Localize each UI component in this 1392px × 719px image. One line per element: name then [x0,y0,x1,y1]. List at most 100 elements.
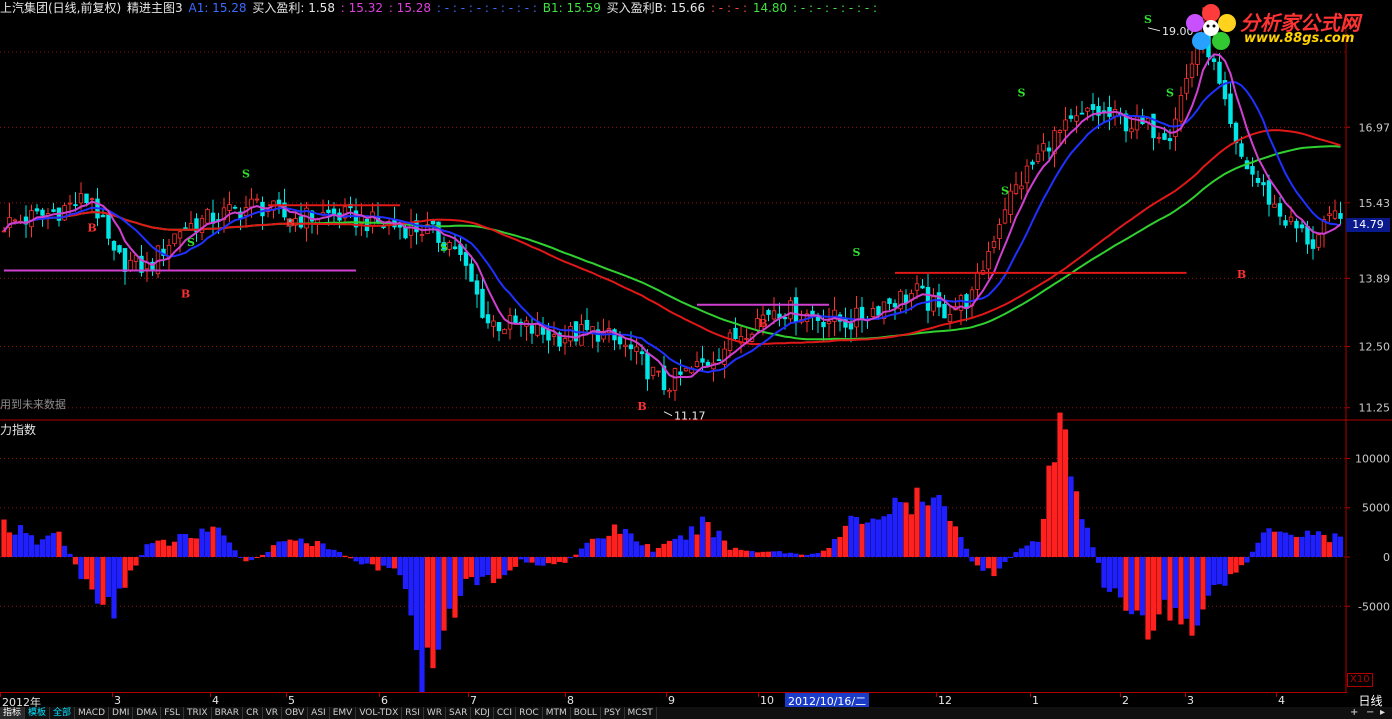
indicator-tab[interactable]: BRAR [212,707,244,719]
candle-body [205,209,210,224]
power-index-bar [826,547,832,557]
x-axis-label: 4 [212,694,219,707]
power-index-bar [787,552,794,557]
power-index-bar [1046,465,1052,557]
candle-body [67,202,73,205]
power-index-bar [1123,557,1129,611]
candle-body [546,329,551,341]
indicator-tab[interactable]: ASI [308,707,330,719]
candle-body [254,198,260,201]
power-index-bar [386,557,392,568]
zoom-indicator[interactable]: X10 [1347,673,1373,687]
indicator-tab[interactable]: RSI [402,707,424,719]
indicator-tab[interactable]: MTM [543,707,571,719]
power-index-bar [534,557,541,566]
power-index-bar [820,550,827,557]
indicator-tab[interactable]: 全部 [50,707,76,719]
power-index-bar [985,557,992,569]
power-index-bar [358,557,365,565]
buy-profit: 买入盈利: 1.58 [252,1,335,15]
chart-canvas[interactable]: 11.25 12.50 13.89 15.43 16.97 -5000 0 5000 10000… [0,0,1392,692]
power-index-bar [776,551,783,557]
candle-body [1041,143,1046,152]
candle-body [1129,128,1134,133]
indicator-name: 精进主图3 [127,1,183,15]
candle-body [1266,180,1272,205]
indicator-tab[interactable]: SAR [446,707,472,719]
candle-body [29,210,34,228]
candle-body [1211,58,1217,62]
candle-body [89,198,95,201]
power-index-bar [578,548,585,557]
indicator-tab[interactable]: PSY [601,707,625,719]
indicator-tab[interactable]: DMA [133,707,162,719]
candle-body [942,303,947,319]
indicator-tab[interactable]: FSL [161,707,184,719]
indicator-tab[interactable]: 指标 [0,707,26,719]
indicator-tab[interactable]: EMV [330,707,357,719]
power-index-bar [1161,557,1168,600]
indicator-tab[interactable]: MACD [75,707,110,719]
plus-button[interactable]: + [1350,707,1358,718]
candle-body [172,233,177,245]
sell-signal-label: S [853,246,861,259]
indicator-tab[interactable]: WR [424,707,447,719]
power-index-bar [1101,557,1107,588]
candle-body [848,323,854,330]
indicator-tab[interactable]: CR [243,707,263,719]
power-index-bar [919,501,926,557]
power-index-bar [545,557,552,564]
candle-body [298,216,304,228]
x-axis-label: 3 [1187,694,1194,707]
power-index-bar [721,540,728,557]
dashes-1: : - : - : - : - : - : - : [436,1,537,15]
power-index-bar [512,557,519,567]
power-index-bar [892,497,898,557]
power-index-bar [490,557,497,584]
candle-body [1272,203,1277,208]
indicator-tab[interactable]: OBV [282,707,309,719]
x-axis-tick [210,693,211,697]
indicator-tab[interactable]: VOL-TDX [356,707,403,719]
candle-body [106,213,111,239]
power-index-bar [908,514,915,557]
candle-body [947,314,953,323]
power-index-bar [1057,412,1063,557]
indicator-tab[interactable]: DMI [109,707,134,719]
power-index-bar [204,531,211,557]
power-index-bar [523,557,530,563]
power-index-bar [292,540,299,557]
power-index-bar [947,520,953,557]
candle-body [639,351,645,355]
power-index-bar [1255,542,1261,557]
indicator-tab[interactable]: BOLL [571,707,601,719]
scroll-right-button[interactable]: ▸ [1380,707,1385,718]
power-index-bar [991,557,997,577]
power-index-bar [914,487,920,557]
indicator-tab[interactable]: KDJ [471,707,494,719]
indicator-tab[interactable]: MCST [625,707,657,719]
candle-body [331,208,337,215]
dashes-3: : - : - : - : - : - : [793,1,878,15]
indicator-tab[interactable]: ROC [516,707,543,719]
power-index-bar [562,557,568,563]
candle-body [502,329,507,335]
indicator-tab[interactable]: VR [263,707,283,719]
power-index-bar [61,545,68,557]
candle-body [1019,185,1024,190]
power-index-bar [424,557,431,648]
power-index-bar [1222,557,1228,586]
power-index-bar [1189,557,1195,636]
indicator-tab[interactable]: CCI [494,707,517,719]
period-selector[interactable]: 日线 [1349,692,1392,708]
minus-button[interactable]: − [1366,707,1374,718]
sub-panel-title: 力指数 [0,423,37,437]
power-index-bar [419,557,425,692]
buy-signal-label: B [1237,268,1246,281]
candle-body [634,346,639,352]
power-index-bar [100,557,106,605]
power-index-bar [430,557,436,669]
candle-body [568,326,573,342]
indicator-tab[interactable]: 模板 [25,707,51,719]
indicator-tab[interactable]: TRIX [184,707,212,719]
